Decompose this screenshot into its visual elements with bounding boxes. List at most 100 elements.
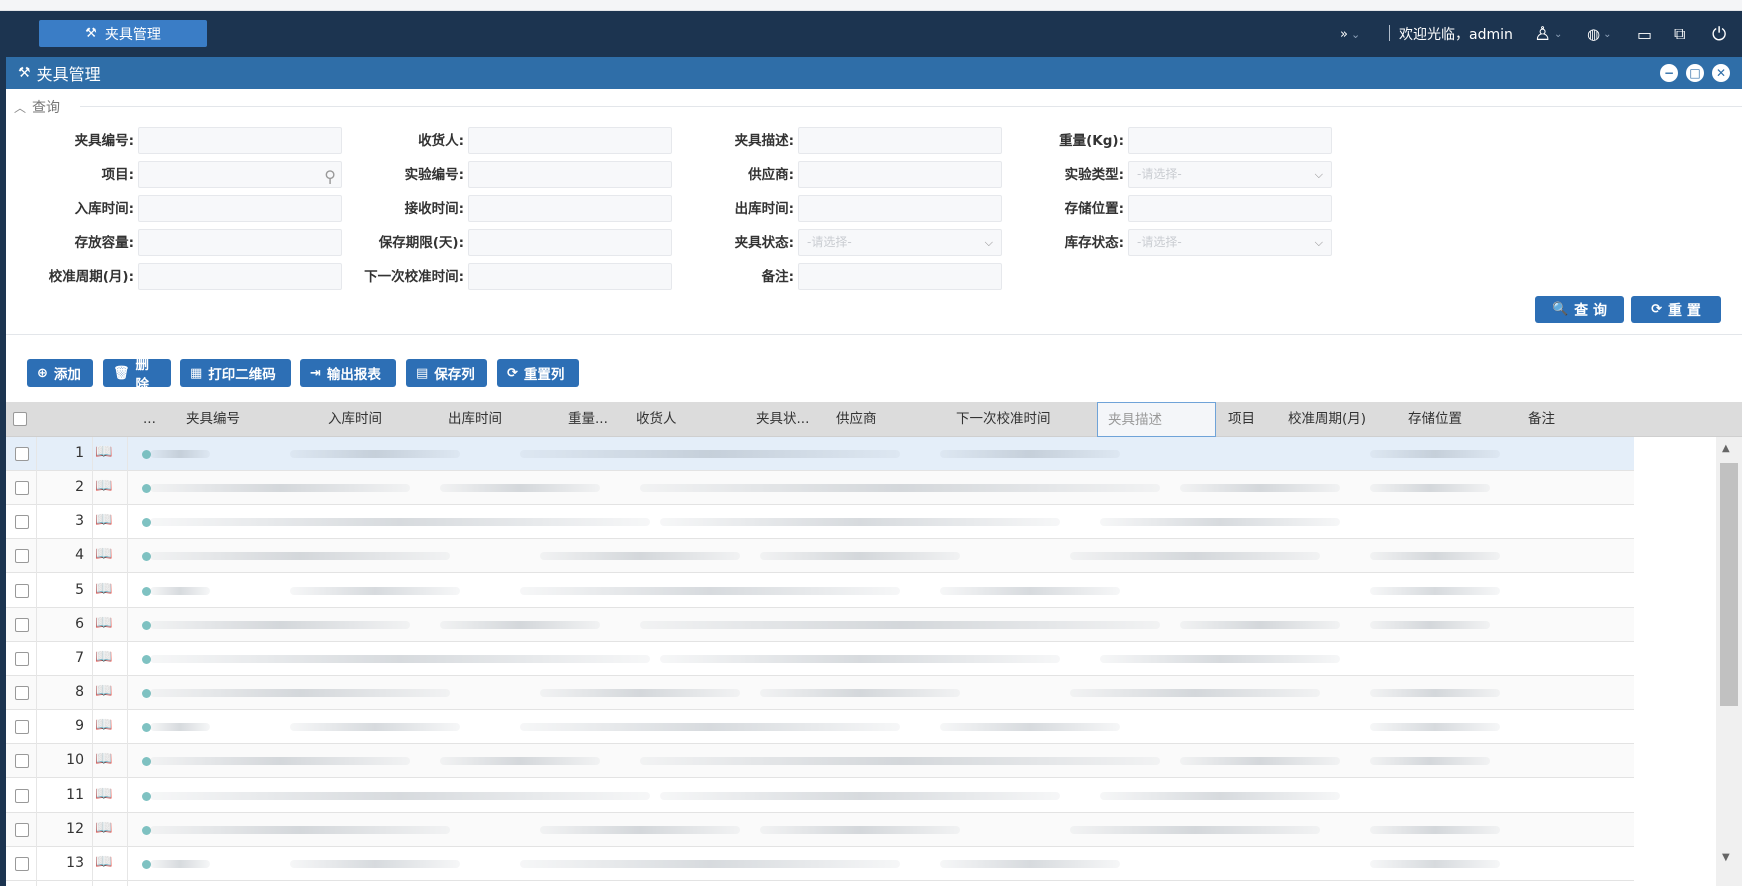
monitor-icon[interactable]: ▭ bbox=[1637, 11, 1652, 57]
row-checkbox[interactable] bbox=[15, 822, 29, 837]
book-icon[interactable]: 📖 bbox=[95, 615, 112, 631]
row-checkbox[interactable] bbox=[15, 481, 29, 496]
row-checkbox[interactable] bbox=[15, 515, 29, 530]
restore-icon[interactable]: □ bbox=[1686, 64, 1704, 82]
add-button[interactable]: ⊕ 添加 bbox=[27, 359, 93, 387]
row-checkbox[interactable] bbox=[15, 549, 29, 564]
print-qr-button[interactable]: ▦ 打印二维码 bbox=[180, 359, 291, 387]
export-button[interactable]: ⇥ 输出报表 bbox=[300, 359, 396, 387]
row-number: 3 bbox=[75, 513, 84, 530]
redacted-content bbox=[660, 791, 1060, 800]
text-field[interactable] bbox=[468, 195, 672, 222]
column-header[interactable]: ... bbox=[143, 402, 156, 437]
text-field[interactable] bbox=[468, 229, 672, 256]
redacted-content bbox=[940, 586, 1120, 595]
book-icon[interactable]: 📖 bbox=[95, 512, 112, 528]
book-icon[interactable]: 📖 bbox=[95, 444, 112, 460]
row-checkbox[interactable] bbox=[15, 617, 29, 632]
close-icon[interactable]: ✕ bbox=[1712, 64, 1730, 82]
redacted-content bbox=[1100, 791, 1340, 800]
column-header[interactable]: 夹具描述 bbox=[1097, 402, 1216, 437]
column-header[interactable]: 重量... bbox=[568, 402, 608, 437]
row-checkbox[interactable] bbox=[15, 720, 29, 735]
reset-columns-button[interactable]: ⟳ 重置列 bbox=[497, 359, 579, 387]
book-icon[interactable]: 📖 bbox=[95, 581, 112, 597]
row-checkbox[interactable] bbox=[15, 754, 29, 769]
scroll-down-icon[interactable]: ▼ bbox=[1722, 852, 1730, 863]
column-header[interactable]: 出库时间 bbox=[448, 402, 502, 437]
text-field[interactable]: ⚲ bbox=[138, 161, 342, 188]
redacted-content bbox=[940, 859, 1120, 868]
module-button[interactable]: ⚒ 夹具管理 bbox=[39, 20, 207, 47]
column-header[interactable]: 校准周期(月) bbox=[1288, 402, 1366, 437]
user-icon[interactable]: ♙ ⌄ bbox=[1534, 11, 1562, 57]
column-header[interactable]: 夹具编号 bbox=[186, 402, 240, 437]
text-field[interactable] bbox=[798, 161, 1002, 188]
row-checkbox[interactable] bbox=[15, 856, 29, 871]
text-field[interactable] bbox=[468, 161, 672, 188]
column-header[interactable]: 项目 bbox=[1228, 402, 1255, 437]
row-checkbox[interactable] bbox=[15, 686, 29, 701]
search-button[interactable]: 🔍 查 询 bbox=[1535, 296, 1624, 323]
search-icon[interactable]: ⚲ bbox=[324, 164, 336, 187]
field-label: 实验类型: bbox=[1064, 167, 1124, 183]
text-field[interactable] bbox=[1128, 195, 1332, 222]
book-icon[interactable]: 📖 bbox=[95, 751, 112, 767]
text-field[interactable] bbox=[138, 195, 342, 222]
text-field[interactable] bbox=[798, 195, 1002, 222]
delete-button[interactable]: 🗑 删除 bbox=[103, 357, 171, 393]
query-legend[interactable]: ︿ 查询 bbox=[14, 97, 65, 117]
export-icon: ⇥ bbox=[310, 365, 321, 381]
redacted-content bbox=[1180, 484, 1340, 493]
text-field[interactable] bbox=[468, 127, 672, 154]
column-header[interactable]: 存储位置 bbox=[1408, 402, 1462, 437]
scrollbar-thumb[interactable] bbox=[1720, 463, 1738, 706]
redacted-content bbox=[1370, 859, 1500, 868]
double-chevron-icon[interactable]: » ⌄ bbox=[1340, 11, 1360, 57]
book-icon[interactable]: 📖 bbox=[95, 649, 112, 665]
column-header[interactable]: 供应商 bbox=[836, 402, 877, 437]
row-checkbox[interactable] bbox=[15, 788, 29, 803]
text-field[interactable] bbox=[1128, 127, 1332, 154]
redacted-content bbox=[150, 791, 650, 800]
save-columns-button[interactable]: ▤ 保存列 bbox=[406, 359, 487, 387]
row-checkbox[interactable] bbox=[15, 583, 29, 598]
window-icon[interactable]: ⧉ bbox=[1674, 11, 1685, 57]
book-icon[interactable]: 📖 bbox=[95, 717, 112, 733]
column-header[interactable]: 收货人 bbox=[636, 402, 677, 437]
select-field[interactable]: -请选择- ⌵ bbox=[1128, 161, 1332, 188]
text-field[interactable] bbox=[138, 229, 342, 256]
select-field[interactable]: -请选择- ⌵ bbox=[1128, 229, 1332, 256]
redacted-content bbox=[150, 825, 450, 834]
query-fieldset-border bbox=[80, 106, 1742, 107]
module-icon: ⚒ bbox=[18, 65, 31, 81]
text-field[interactable] bbox=[798, 263, 1002, 290]
row-checkbox[interactable] bbox=[15, 651, 29, 666]
column-header[interactable]: 下一次校准时间 bbox=[956, 402, 1051, 437]
book-icon[interactable]: 📖 bbox=[95, 478, 112, 494]
row-checkbox[interactable] bbox=[15, 447, 29, 461]
book-icon[interactable]: 📖 bbox=[95, 820, 112, 836]
text-field[interactable] bbox=[138, 263, 342, 290]
select-field[interactable]: -请选择- ⌵ bbox=[798, 229, 1002, 256]
text-field[interactable] bbox=[138, 127, 342, 154]
column-header[interactable]: 备注 bbox=[1528, 402, 1555, 437]
power-icon[interactable]: ⏻ bbox=[1712, 11, 1726, 57]
reset-button[interactable]: ⟳ 重 置 bbox=[1631, 296, 1721, 323]
text-field[interactable] bbox=[468, 263, 672, 290]
book-icon[interactable]: 📖 bbox=[95, 546, 112, 562]
book-icon[interactable]: 📖 bbox=[95, 786, 112, 802]
book-icon[interactable]: 📖 bbox=[95, 683, 112, 699]
minimize-icon[interactable]: − bbox=[1660, 64, 1678, 82]
book-icon[interactable]: 📖 bbox=[95, 854, 112, 870]
scroll-up-icon[interactable]: ▲ bbox=[1722, 443, 1730, 454]
field-label: 收货人: bbox=[418, 133, 464, 149]
globe-icon[interactable]: ◍ ⌄ bbox=[1587, 11, 1611, 57]
text-field[interactable] bbox=[798, 127, 1002, 154]
divider bbox=[1389, 25, 1390, 41]
column-header[interactable]: 夹具状... bbox=[756, 402, 809, 437]
select-all-checkbox[interactable] bbox=[13, 412, 27, 426]
column-header[interactable]: 入库时间 bbox=[328, 402, 382, 437]
redacted-content bbox=[150, 518, 650, 527]
redacted-content bbox=[290, 859, 460, 868]
